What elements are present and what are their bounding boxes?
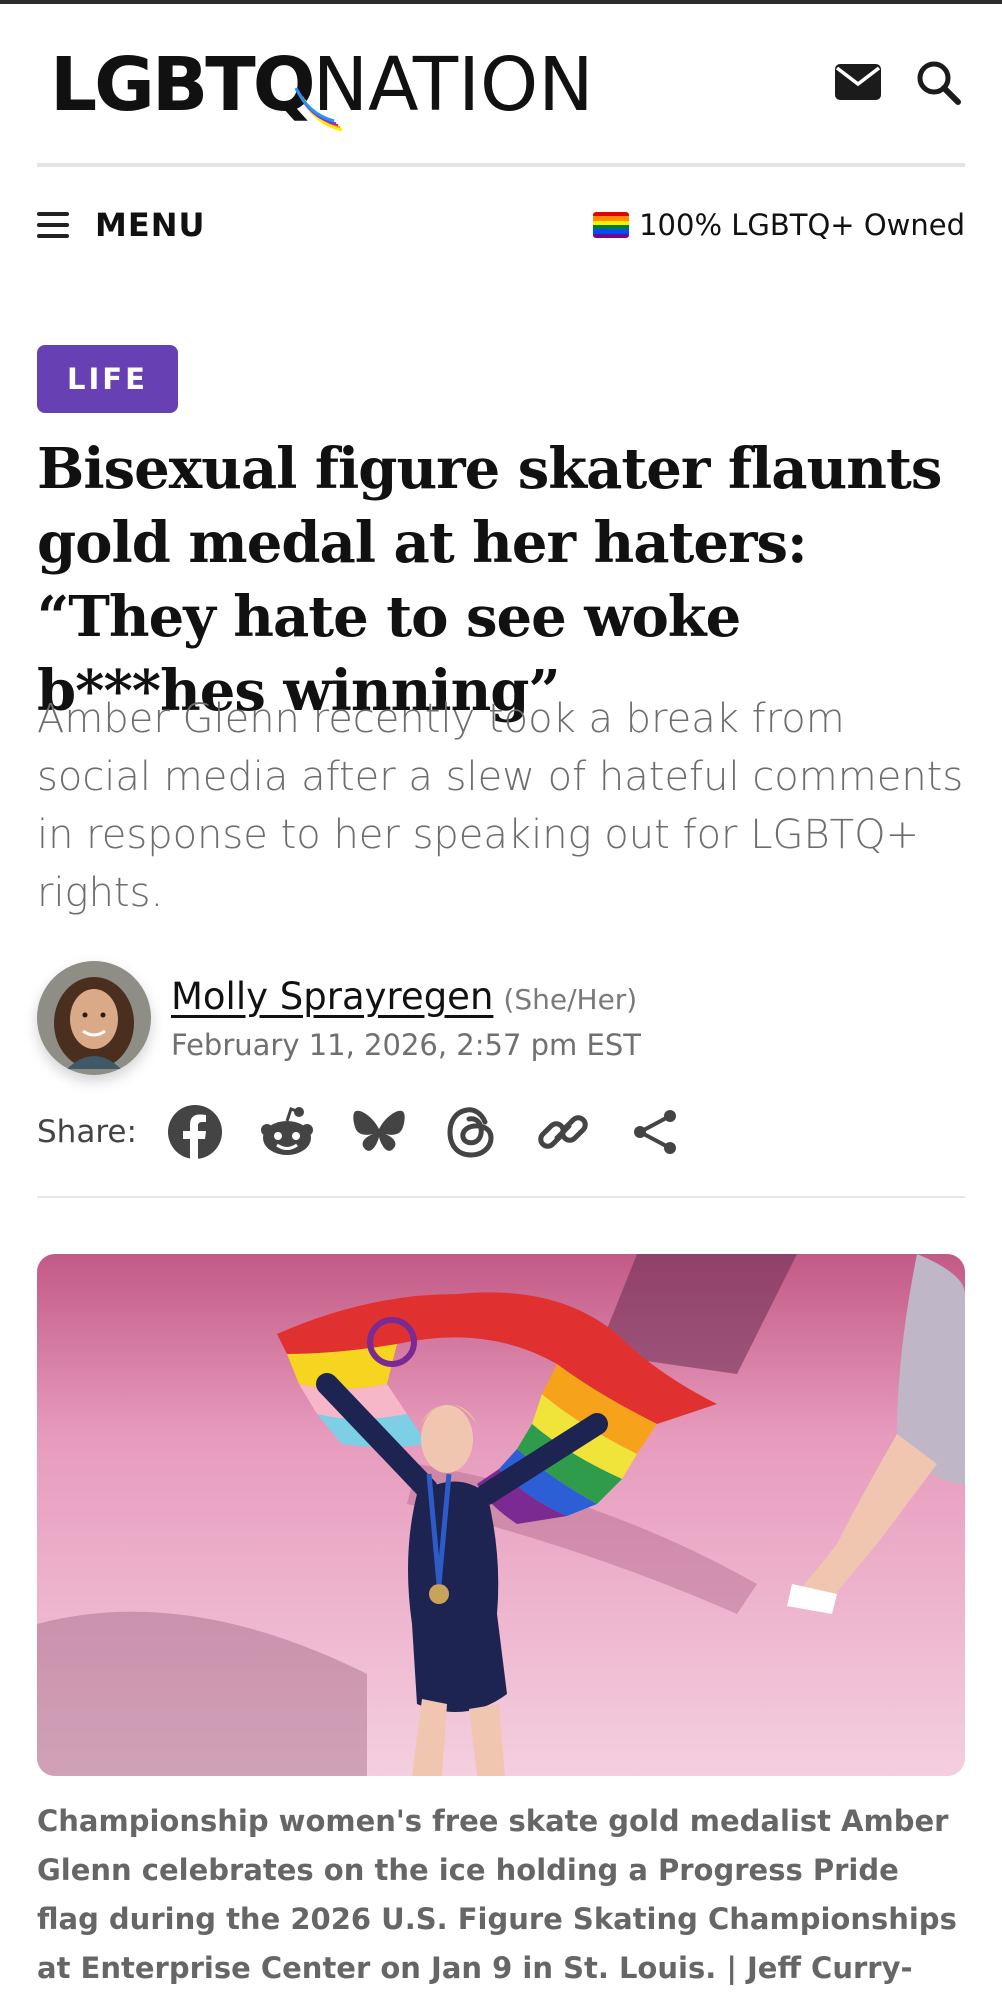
copy-link-icon[interactable] bbox=[531, 1100, 595, 1164]
owned-label: 100% LGBTQ+ Owned bbox=[639, 208, 965, 242]
owned-badge: 100% LGBTQ+ Owned bbox=[593, 208, 965, 242]
rainbow-flag-icon bbox=[593, 212, 630, 238]
share-divider bbox=[37, 1196, 965, 1198]
article-hero-image[interactable] bbox=[37, 1254, 965, 1776]
author-line: Molly Sprayregen (She/Her) bbox=[171, 975, 641, 1018]
author-meta: Molly Sprayregen (She/Her) February 11, … bbox=[171, 975, 641, 1062]
search-icon[interactable] bbox=[912, 56, 964, 108]
article-dek: Amber Glenn recently took a break from s… bbox=[37, 696, 964, 916]
author-pronouns: (She/Her) bbox=[503, 982, 638, 1016]
menu-button[interactable]: MENU bbox=[37, 206, 205, 244]
author-name-link[interactable]: Molly Sprayregen bbox=[171, 975, 493, 1018]
site-header: LGBTQNATION bbox=[0, 4, 1002, 164]
image-caption: Championship women's free skate gold med… bbox=[37, 1804, 957, 1985]
threads-icon[interactable] bbox=[439, 1100, 503, 1164]
byline: Molly Sprayregen (She/Her) February 11, … bbox=[37, 960, 967, 1076]
article-headline: Bisexual figure skater flaunts gold meda… bbox=[37, 436, 942, 724]
hamburger-icon bbox=[37, 212, 69, 238]
menu-bar: MENU 100% LGBTQ+ Owned bbox=[37, 200, 965, 250]
header-icons bbox=[832, 56, 964, 108]
share-bar: Share: bbox=[37, 1100, 967, 1164]
reddit-icon[interactable] bbox=[255, 1100, 319, 1164]
menu-label: MENU bbox=[95, 206, 206, 244]
facebook-icon[interactable] bbox=[163, 1100, 227, 1164]
category-tag[interactable]: LIFE bbox=[37, 345, 178, 413]
share-icon[interactable] bbox=[623, 1100, 687, 1164]
header-divider bbox=[37, 163, 965, 167]
logo-rainbow-swirl-icon bbox=[294, 87, 343, 132]
site-logo[interactable]: LGBTQNATION bbox=[50, 42, 594, 132]
mail-icon[interactable] bbox=[832, 56, 884, 108]
share-label: Share: bbox=[37, 1114, 137, 1150]
bluesky-icon[interactable] bbox=[347, 1100, 411, 1164]
publish-date: February 11, 2026, 2:57 pm EST bbox=[171, 1027, 641, 1062]
author-avatar[interactable] bbox=[37, 961, 151, 1075]
